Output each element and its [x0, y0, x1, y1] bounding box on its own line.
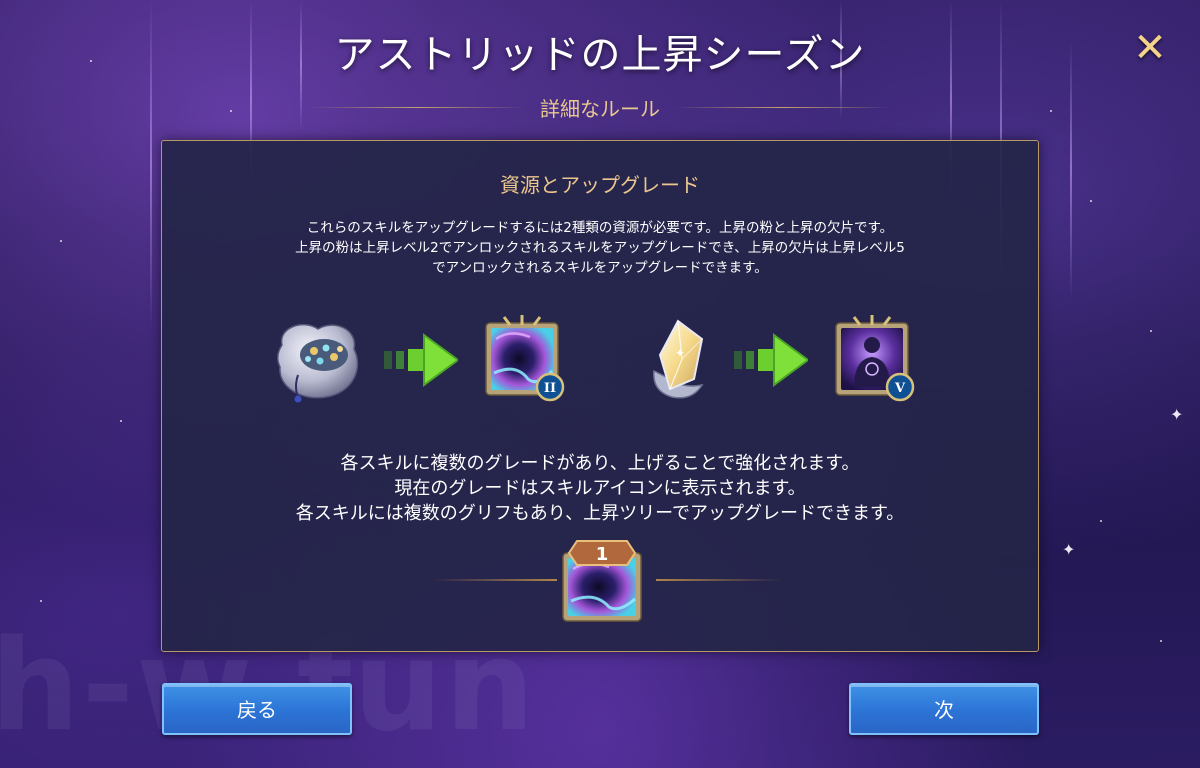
- panel-title: 資源とアップグレード: [500, 173, 700, 197]
- subtitle-divider-left: [310, 106, 526, 108]
- subtitle-divider-right: [674, 106, 890, 108]
- paragraph-line: 現在のグレードはスキルアイコンに表示されます。: [394, 478, 806, 499]
- description-line: これらのスキルをアップグレードするには2種類の資源が必要です。上昇の粉と上昇の欠…: [306, 220, 894, 236]
- graded-skill-icon: 1: [562, 540, 642, 622]
- next-button[interactable]: 次: [849, 683, 1039, 735]
- close-button[interactable]: ✕: [1130, 28, 1170, 68]
- svg-text:V: V: [894, 381, 906, 396]
- crystal-shard-icon: ✦: [653, 319, 704, 399]
- subtitle-bar: 詳細なルール: [310, 92, 890, 122]
- close-x-icon: ✕: [1133, 25, 1167, 71]
- rules-panel: 資源とアップグレード これらのスキルをアップグレードするには2種類の資源が必要で…: [161, 140, 1039, 652]
- upgrade-flow-row: II ✦ V: [162, 311, 1038, 421]
- powder-bag-icon: [277, 324, 359, 403]
- paragraph-line: 各スキルに複数のグレードがあり、上げることで強化されます。: [340, 453, 860, 474]
- page-title: アストリッドの上昇シーズン: [334, 32, 866, 78]
- description-line: でアンロックされるスキルをアップグレードできます。: [432, 260, 768, 276]
- green-arrow-icon: [734, 333, 808, 387]
- grade-divider-right: [656, 579, 781, 581]
- back-button[interactable]: 戻る: [162, 683, 352, 735]
- vortex-skill-icon: II: [485, 315, 565, 402]
- svg-text:II: II: [544, 381, 556, 396]
- paragraph-line: 各スキルには複数のグリフもあり、上昇ツリーでアップグレードできます。: [295, 503, 905, 524]
- subtitle: 詳細なルール: [540, 96, 660, 121]
- resource-description: これらのスキルをアップグレードするには2種類の資源が必要です。上昇の粉と上昇の欠…: [182, 218, 1018, 278]
- svg-text:✦: ✦: [675, 346, 685, 360]
- grade-explanation: 各スキルに複数のグレードがあり、上げることで強化されます。 現在のグレードはスキ…: [182, 451, 1018, 526]
- grade-badge: 1: [596, 544, 609, 565]
- green-arrow-icon: [384, 333, 458, 387]
- description-line: 上昇の粉は上昇レベル2でアンロックされるスキルをアップグレードでき、上昇の欠片は…: [295, 240, 905, 256]
- grade-divider-left: [432, 579, 557, 581]
- silhouette-skill-icon: V: [835, 315, 915, 402]
